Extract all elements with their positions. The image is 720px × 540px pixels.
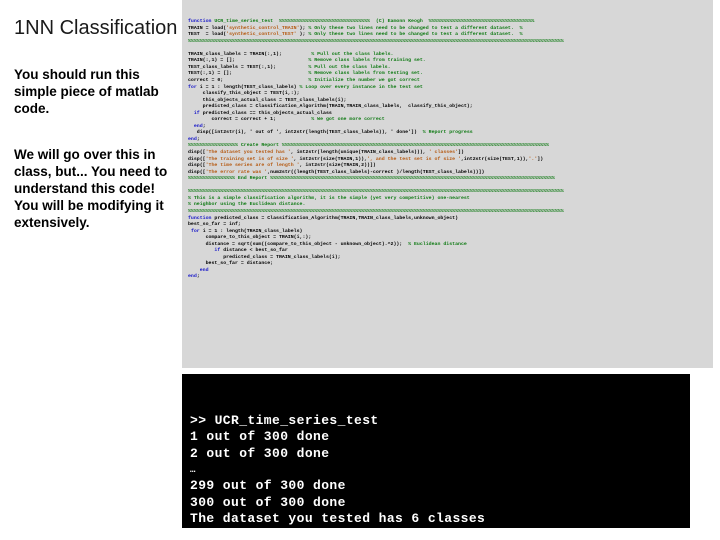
console-line: The dataset you tested has 6 classes: [190, 511, 486, 527]
code-token: TRAIN(:,1) = [];: [188, 58, 309, 64]
code-token: , int2str(size(TRAIN,1)),: [293, 156, 368, 162]
console-line: …: [190, 465, 197, 476]
code-token: distance = sqrt(sum((compare_to_this_obj…: [188, 241, 409, 247]
console-lines-container: >> UCR_time_series_test 1 out of 300 done…: [182, 407, 690, 528]
code-token: this_objects_actual_class = TEST_class_l…: [188, 97, 347, 103]
code-token: % Only these two lines need to be change…: [308, 25, 523, 31]
code-token: ;: [196, 136, 200, 142]
code-token: end: [193, 123, 203, 129]
code-token: ,num2str((length(TEST_class_labels)-corr…: [267, 169, 485, 175]
code-token: compare_to_this_object = TRAIN(i,:);: [188, 235, 312, 241]
code-token: % Loop over every instance in the test s…: [299, 84, 423, 90]
code-token: function: [188, 19, 215, 25]
code-token: disp([: [188, 150, 206, 156]
code-token: correct = correct + 1;: [188, 117, 312, 123]
code-token: TEST(:,1) = [];: [188, 71, 309, 77]
code-token: best_so_far = distance;: [188, 261, 274, 267]
code-token: TRAIN_class_labels = TRAIN(:,1);: [188, 51, 312, 57]
code-token: % We got one more correct: [311, 117, 385, 123]
code-token: % Remove class labels from testing set.: [308, 71, 423, 77]
code-token: disp([: [188, 169, 206, 175]
code-token: for: [188, 84, 200, 90]
code-token: ,int2str(size(TEST,1)),: [460, 156, 529, 162]
code-token: i = 1 : length(TRAIN_class_labels): [202, 228, 303, 234]
code-token: predicted_class = Classification_Algorit…: [214, 215, 459, 221]
code-token: 'synthetic_control_TRAIN': [226, 25, 300, 31]
code-token: 'The time series are of length ': [205, 163, 300, 169]
code-token: TEST = load(: [188, 32, 227, 38]
code-token: disp([: [188, 163, 206, 169]
code-token: predicted_class == this_objects_actual_c…: [202, 110, 332, 116]
code-token: if: [214, 248, 224, 254]
code-line: end;: [188, 274, 713, 281]
code-token: for: [190, 228, 203, 234]
code-token: predicted_class = TRAIN_class_labels(i);: [188, 254, 341, 260]
code-token: % Euclidean distance: [408, 241, 467, 247]
code-token: '.': [528, 156, 538, 162]
code-token: ;: [196, 274, 200, 280]
code-token: i = 1 : length(TEST_class_labels): [199, 84, 300, 90]
page-title: 1NN Classification: [14, 17, 178, 39]
code-token: correct = 0;: [188, 78, 309, 84]
code-token: % Report progress: [422, 130, 473, 136]
code-token: predicted_class = Classification_Algorit…: [188, 104, 473, 110]
code-token: , int2str(length(unique(TRAIN_class_labe…: [290, 150, 429, 156]
code-token: 'synthetic_control_TEST': [226, 32, 297, 38]
code-token: end: [199, 267, 209, 273]
code-token: % Remove class labels from training set.: [308, 58, 426, 64]
code-token: end: [188, 274, 197, 280]
code-token: ' classes': [428, 150, 459, 156]
code-token: % Pull out the class labels.: [311, 51, 394, 57]
code-lines-container: function UCR_time_series_test %%%%%%%%%%…: [182, 13, 713, 281]
left-text-column: 1NN Classification You should run this s…: [0, 0, 182, 370]
code-token: % This is a simple classification algori…: [188, 195, 470, 201]
matlab-console-output: >> UCR_time_series_test 1 out of 300 done…: [182, 374, 690, 528]
code-token: % Initialize the number we got correct: [308, 78, 420, 84]
code-token: , int2str(size(TRAIN,2))]): [299, 163, 376, 169]
code-token: UCR_time_series_test %%%%%%%%%%%%%%%%%%%…: [214, 19, 535, 25]
console-line: 300 out of 300 done: [190, 494, 346, 510]
code-token: if: [193, 110, 203, 116]
code-token: TEST_class_labels = TEST(:,1);: [188, 64, 309, 70]
code-token: end: [188, 136, 197, 142]
code-token: 'The dataset you tested has ': [205, 150, 291, 156]
code-token: classify_this_object = TEST(i,:);: [188, 91, 300, 97]
code-token: %%%%%%%%%%%%%%%% End Report %%%%%%%%%%%%…: [188, 176, 555, 182]
code-token: %%%%%%%%%%%%%%%%% Create Report %%%%%%%%…: [188, 143, 549, 149]
code-token: % neighbor using the Euclidean distance.: [188, 202, 306, 208]
console-line: 299 out of 300 done: [190, 478, 346, 494]
code-token: ]): [537, 156, 544, 162]
followup-paragraph: We will go over this in class, but... Yo…: [14, 147, 168, 230]
code-token: TRAIN = load(: [188, 25, 227, 31]
code-token: distance < best_so_far: [223, 248, 288, 254]
code-token: 'The training set is of size ': [205, 156, 294, 162]
slide-root: 1NN Classification You should run this s…: [0, 0, 720, 540]
console-line: >> UCR_time_series_test: [190, 412, 379, 428]
code-token: % Only these two lines need to be change…: [308, 32, 523, 38]
code-token: ;: [202, 123, 206, 129]
code-token: disp([int2str(i), ' out of ', int2str(le…: [188, 130, 423, 136]
code-token: 'The error rate was ': [205, 169, 268, 175]
code-token: ', and the test set is of size ': [367, 156, 461, 162]
console-line: 2 out of 300 done: [190, 445, 330, 461]
code-token: function: [188, 215, 215, 221]
code-token: disp([: [188, 156, 206, 162]
code-token: % Pull out the class labels.: [308, 64, 391, 70]
code-token: %%%%%%%%%%%%%%%%%%%%%%%%%%%%%%%%%%%%%%%%…: [188, 208, 564, 214]
code-token: %%%%%%%%%%%%%%%%%%%%%%%%%%%%%%%%%%%%%%%%…: [188, 38, 564, 44]
console-line: 1 out of 300 done: [190, 429, 330, 445]
code-token: );: [296, 32, 309, 38]
code-token: best_so_far = inf;: [188, 222, 241, 228]
code-token: %%%%%%%%%%%%%%%%%%%%%%%%%%%%%%%%%%%%%%%%…: [188, 189, 564, 195]
code-token: ]): [458, 150, 464, 156]
intro-paragraph: You should run this simple piece of matl…: [14, 67, 159, 116]
matlab-code-panel: function UCR_time_series_test %%%%%%%%%%…: [182, 0, 713, 368]
